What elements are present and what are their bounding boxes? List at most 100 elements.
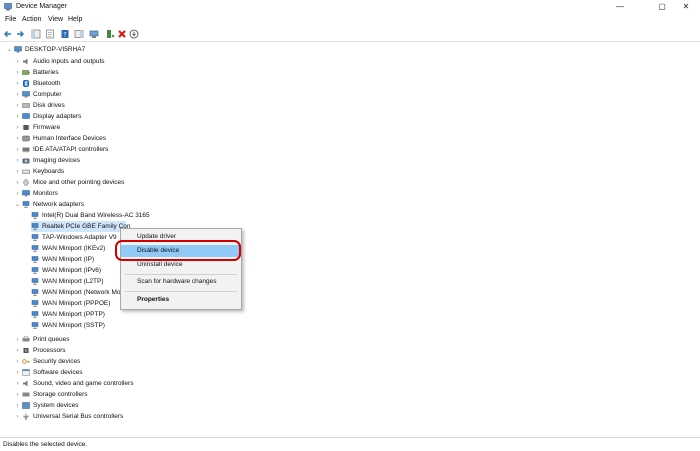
forward-arrow-icon[interactable] [15, 29, 25, 39]
tree-category-disk-drives[interactable]: › Disk drives [13, 100, 65, 111]
scan-hardware-icon[interactable] [89, 29, 99, 39]
properties-icon[interactable] [45, 29, 55, 39]
tree-category-ide[interactable]: › IDE ATA/ATAPI controllers [13, 144, 109, 155]
tree-category-batteries[interactable]: › Batteries [13, 67, 59, 78]
menu-item-properties[interactable]: Properties [121, 294, 241, 306]
network-adapter-icon [31, 267, 39, 274]
tree-category-firmware[interactable]: › Firmware [13, 122, 61, 133]
network-device-item[interactable]: WAN Miniport (PPPOE) [31, 298, 110, 309]
expand-chevron-icon[interactable]: › [13, 412, 22, 423]
device-label: WAN Miniport (L2TP) [42, 278, 104, 285]
tree-category-software-devices[interactable]: › Software devices [13, 367, 83, 378]
tree-category-computer[interactable]: › Computer [13, 89, 62, 100]
processor-icon [23, 347, 29, 353]
network-adapter-icon [31, 322, 39, 329]
category-label: Processors [33, 347, 66, 354]
show-hide-console-tree-icon[interactable] [31, 29, 41, 39]
uninstall-device-icon[interactable] [117, 29, 127, 39]
menu-action[interactable]: Action [22, 16, 41, 23]
collapse-chevron-icon[interactable]: ⌄ [13, 200, 22, 211]
category-label: Print queues [33, 336, 70, 343]
tree-category-storage-controllers[interactable]: › Storage controllers [13, 389, 88, 400]
tree-category-mice[interactable]: › Mice and other pointing devices [13, 177, 125, 188]
tree-category-hid[interactable]: › Human Interface Devices [13, 133, 106, 144]
category-label: Human Interface Devices [33, 135, 106, 142]
computer-icon [22, 91, 30, 98]
network-adapter-icon [31, 278, 39, 285]
network-adapter-icon [22, 201, 30, 208]
tree-category-monitors[interactable]: › Monitors [13, 188, 58, 199]
bluetooth-icon [23, 79, 29, 87]
firmware-chip-icon [22, 124, 30, 130]
tree-root[interactable]: ⌄ DESKTOP-VI5RHA7 [5, 44, 85, 55]
tree-category-network-adapters[interactable]: ⌄ Network adapters [13, 199, 84, 210]
tree-category-usb[interactable]: › Universal Serial Bus controllers [13, 411, 124, 423]
minimize-button[interactable]: — [606, 0, 634, 14]
speaker-icon [23, 380, 28, 387]
tree-category-bluetooth[interactable]: › Bluetooth [13, 78, 60, 89]
category-label: IDE ATA/ATAPI controllers [33, 146, 109, 153]
category-label: Mice and other pointing devices [33, 179, 125, 186]
category-label: Keyboards [33, 168, 65, 175]
network-adapter-icon [31, 311, 39, 318]
disk-drive-icon [22, 103, 30, 108]
category-label: Monitors [33, 190, 58, 197]
device-label: WAN Miniport (IPv6) [42, 267, 101, 274]
category-label: System devices [33, 402, 79, 409]
network-device-item[interactable]: WAN Miniport (Network Mo [31, 287, 121, 298]
network-adapter-icon [31, 223, 39, 230]
download-icon[interactable] [129, 29, 139, 39]
menu-view[interactable]: View [48, 16, 63, 23]
network-adapter-icon [31, 256, 39, 263]
network-device-item[interactable]: WAN Miniport (L2TP) [31, 276, 104, 287]
tree-category-display-adapters[interactable]: › Display adapters [13, 111, 82, 122]
network-adapter-icon [31, 212, 39, 219]
network-device-item-selected[interactable]: Realtek PCIe GBE Family Con [31, 221, 131, 232]
menu-bar: File Action View Help [0, 14, 700, 26]
tree-category-audio[interactable]: › Audio inputs and outputs [13, 56, 105, 67]
update-driver-icon[interactable] [105, 29, 115, 39]
mouse-icon [23, 179, 29, 186]
category-label: Imaging devices [33, 157, 80, 164]
close-button[interactable]: ✕ [672, 0, 700, 14]
window-title: Device Manager [16, 3, 67, 10]
device-label: WAN Miniport (PPPOE) [42, 300, 111, 307]
action-pane-icon[interactable] [74, 29, 84, 39]
network-device-item[interactable]: WAN Miniport (IKEv2) [31, 243, 105, 254]
tree-category-sound[interactable]: › Sound, video and game controllers [13, 378, 134, 389]
network-device-item[interactable]: TAP-Windows Adapter V9 [31, 232, 117, 243]
menu-help[interactable]: Help [68, 16, 82, 23]
tree-category-imaging[interactable]: › Imaging devices [13, 155, 80, 166]
help-icon[interactable]: ? [60, 29, 70, 39]
network-device-item[interactable]: WAN Miniport (IPv6) [31, 265, 101, 276]
tree-category-processors[interactable]: › Processors [13, 345, 66, 356]
category-label: Firmware [33, 124, 61, 131]
device-label: WAN Miniport (IP) [42, 256, 95, 263]
device-label: Intel(R) Dual Band Wireless-AC 3165 [42, 212, 150, 219]
security-key-icon [22, 359, 30, 364]
system-device-icon [22, 402, 30, 409]
category-label: Software devices [33, 369, 83, 376]
menu-item-scan-hardware[interactable]: Scan for hardware changes [121, 276, 241, 288]
menu-separator [125, 274, 237, 275]
camera-icon [22, 158, 30, 164]
network-device-item[interactable]: Intel(R) Dual Band Wireless-AC 3165 [31, 210, 150, 221]
display-adapter-icon [22, 113, 30, 119]
title-bar: Device Manager — ▢ ✕ [0, 0, 700, 14]
network-device-item[interactable]: WAN Miniport (PPTP) [31, 309, 105, 320]
tree-category-keyboards[interactable]: › Keyboards [13, 166, 65, 177]
network-adapter-icon [31, 289, 39, 296]
tree-category-system-devices[interactable]: › System devices [13, 400, 79, 411]
back-arrow-icon[interactable] [3, 29, 13, 39]
battery-icon [22, 70, 30, 75]
monitor-icon [22, 190, 30, 197]
toolbar: ? [0, 27, 700, 42]
software-device-icon [22, 369, 30, 376]
collapse-chevron-icon[interactable]: ⌄ [5, 45, 14, 56]
tree-category-print-queues[interactable]: › Print queues [13, 334, 70, 345]
menu-file[interactable]: File [5, 16, 16, 23]
network-device-item[interactable]: WAN Miniport (SSTP) [31, 320, 105, 331]
tree-category-security-devices[interactable]: › Security devices [13, 356, 81, 367]
network-device-item[interactable]: WAN Miniport (IP) [31, 254, 94, 265]
storage-controller-icon [22, 392, 30, 397]
